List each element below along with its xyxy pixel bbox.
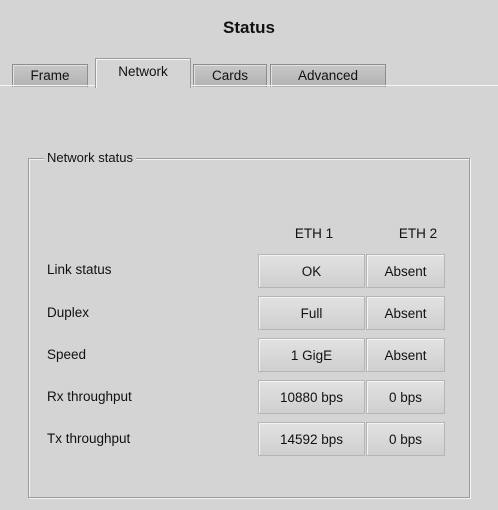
row-label-tx-throughput: Tx throughput	[47, 431, 131, 446]
group-title: Network status	[44, 150, 136, 165]
tx-throughput-eth2: 0 bps	[366, 422, 445, 456]
tab-network[interactable]: Network	[95, 58, 191, 88]
row-label-link-status: Link status	[47, 262, 112, 277]
tab-frame[interactable]: Frame	[12, 64, 88, 87]
tab-advanced[interactable]: Advanced	[270, 64, 386, 87]
column-header-eth2: ETH 2	[398, 226, 438, 241]
column-header-eth1: ETH 1	[294, 226, 334, 241]
row-label-speed: Speed	[47, 347, 87, 362]
rx-throughput-eth2: 0 bps	[366, 380, 445, 414]
window-title: Status	[223, 18, 275, 37]
link-status-eth1: OK	[258, 254, 365, 288]
row-label-rx-throughput: Rx throughput	[47, 389, 132, 404]
duplex-eth2: Absent	[366, 296, 445, 330]
link-status-eth2: Absent	[366, 254, 445, 288]
speed-eth1: 1 GigE	[258, 338, 365, 372]
tab-bar: Frame Network Cards Advanced	[0, 58, 498, 88]
speed-eth2: Absent	[366, 338, 445, 372]
row-label-duplex: Duplex	[47, 305, 90, 320]
tx-throughput-eth1: 14592 bps	[258, 422, 365, 456]
duplex-eth1: Full	[258, 296, 365, 330]
tab-cards[interactable]: Cards	[193, 64, 267, 87]
rx-throughput-eth1: 10880 bps	[258, 380, 365, 414]
